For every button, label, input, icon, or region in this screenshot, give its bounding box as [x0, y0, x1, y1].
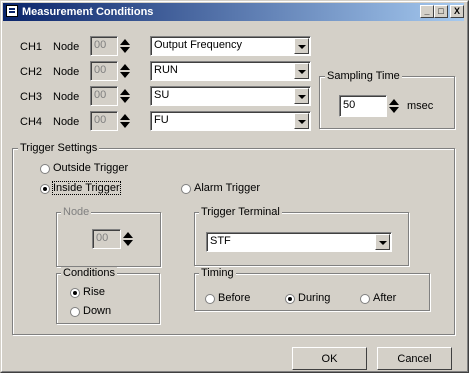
- node-label: Node: [53, 41, 80, 53]
- during-radio[interactable]: [285, 294, 295, 304]
- window-title: Measurement Conditions: [22, 6, 154, 18]
- spin-down-icon[interactable]: [119, 46, 132, 56]
- alarm-trigger-label[interactable]: Alarm Trigger: [194, 182, 260, 194]
- spin-down-icon[interactable]: [122, 239, 135, 249]
- chevron-down-icon[interactable]: [375, 234, 390, 250]
- conditions-group: Conditions Rise Down: [56, 267, 160, 324]
- timing-group: Timing Before During After: [194, 267, 430, 311]
- sampling-time-spinner[interactable]: [388, 95, 401, 117]
- ch3-node-field[interactable]: 00: [90, 86, 118, 106]
- chevron-down-icon[interactable]: [294, 88, 309, 104]
- outside-trigger-label[interactable]: Outside Trigger: [53, 162, 128, 174]
- spin-down-icon[interactable]: [119, 121, 132, 131]
- ch4-node-spinner[interactable]: [119, 111, 132, 131]
- trigger-node-title: Node: [61, 206, 92, 218]
- timing-title: Timing: [199, 267, 236, 279]
- ch2-node-field[interactable]: 00: [90, 61, 118, 81]
- ch3-signal-select[interactable]: SU: [150, 86, 311, 106]
- cancel-button[interactable]: Cancel: [377, 347, 452, 370]
- trigger-node-spinner[interactable]: [122, 229, 135, 249]
- trigger-settings-group: Trigger Settings Outside Trigger Inside …: [12, 142, 455, 335]
- channel-label: CH3: [20, 91, 43, 103]
- ch4-signal-select[interactable]: FU: [150, 111, 311, 131]
- down-label[interactable]: Down: [83, 305, 111, 317]
- outside-trigger-radio[interactable]: [40, 164, 50, 174]
- spin-down-icon[interactable]: [119, 96, 132, 106]
- ch4-node-field[interactable]: 00: [90, 111, 118, 131]
- chevron-down-icon[interactable]: [294, 38, 309, 54]
- title-bar[interactable]: Measurement Conditions _ □ X: [3, 3, 464, 21]
- alarm-trigger-radio[interactable]: [181, 184, 191, 194]
- chevron-down-icon[interactable]: [294, 113, 309, 129]
- after-label[interactable]: After: [373, 292, 396, 304]
- channel-label: CH4: [20, 116, 43, 128]
- rise-radio[interactable]: [70, 288, 80, 298]
- measurement-conditions-window: Measurement Conditions _ □ X CH1 Node 00…: [0, 0, 469, 373]
- trigger-terminal-group: Trigger Terminal STF: [194, 206, 409, 266]
- conditions-title: Conditions: [61, 267, 117, 279]
- ch1-node-spinner[interactable]: [119, 36, 132, 56]
- chevron-down-icon[interactable]: [294, 63, 309, 79]
- spin-up-icon[interactable]: [122, 229, 135, 239]
- node-label: Node: [53, 66, 80, 78]
- down-radio[interactable]: [70, 307, 80, 317]
- spin-up-icon[interactable]: [119, 36, 132, 46]
- spin-up-icon[interactable]: [119, 111, 132, 121]
- app-icon: [6, 5, 18, 17]
- ch2-node-spinner[interactable]: [119, 61, 132, 81]
- sampling-unit-label: msec: [407, 100, 434, 112]
- trigger-settings-title: Trigger Settings: [18, 142, 100, 154]
- node-label: Node: [53, 116, 80, 128]
- spin-up-icon[interactable]: [388, 95, 401, 106]
- trigger-terminal-title: Trigger Terminal: [199, 206, 282, 218]
- sampling-time-input[interactable]: 50: [339, 95, 387, 117]
- trigger-node-field[interactable]: 00: [92, 229, 121, 249]
- channel-label: CH2: [20, 66, 43, 78]
- spin-down-icon[interactable]: [388, 106, 401, 117]
- spin-up-icon[interactable]: [119, 86, 132, 96]
- spin-up-icon[interactable]: [119, 61, 132, 71]
- during-label[interactable]: During: [298, 292, 330, 304]
- node-label: Node: [53, 91, 80, 103]
- ch1-node-field[interactable]: 00: [90, 36, 118, 56]
- after-radio[interactable]: [360, 294, 370, 304]
- trigger-terminal-select[interactable]: STF: [206, 232, 392, 252]
- before-label[interactable]: Before: [218, 292, 250, 304]
- sampling-time-group: Sampling Time 50 msec: [319, 70, 455, 129]
- trigger-node-group: Node 00: [56, 206, 161, 267]
- maximize-button[interactable]: □: [434, 5, 448, 18]
- minimize-button[interactable]: _: [420, 5, 434, 18]
- ch1-signal-select[interactable]: Output Frequency: [150, 36, 311, 56]
- sampling-time-title: Sampling Time: [325, 70, 402, 82]
- rise-label[interactable]: Rise: [83, 286, 105, 298]
- ch3-node-spinner[interactable]: [119, 86, 132, 106]
- channel-label: CH1: [20, 41, 43, 53]
- inside-trigger-label[interactable]: Inside Trigger: [52, 181, 121, 195]
- close-button[interactable]: X: [450, 5, 464, 18]
- ok-button-label: OK: [321, 353, 338, 365]
- inside-trigger-radio[interactable]: [40, 184, 50, 194]
- ok-button[interactable]: OK: [292, 347, 367, 370]
- spin-down-icon[interactable]: [119, 71, 132, 81]
- ch2-signal-select[interactable]: RUN: [150, 61, 311, 81]
- cancel-button-label: Cancel: [397, 353, 432, 365]
- before-radio[interactable]: [205, 294, 215, 304]
